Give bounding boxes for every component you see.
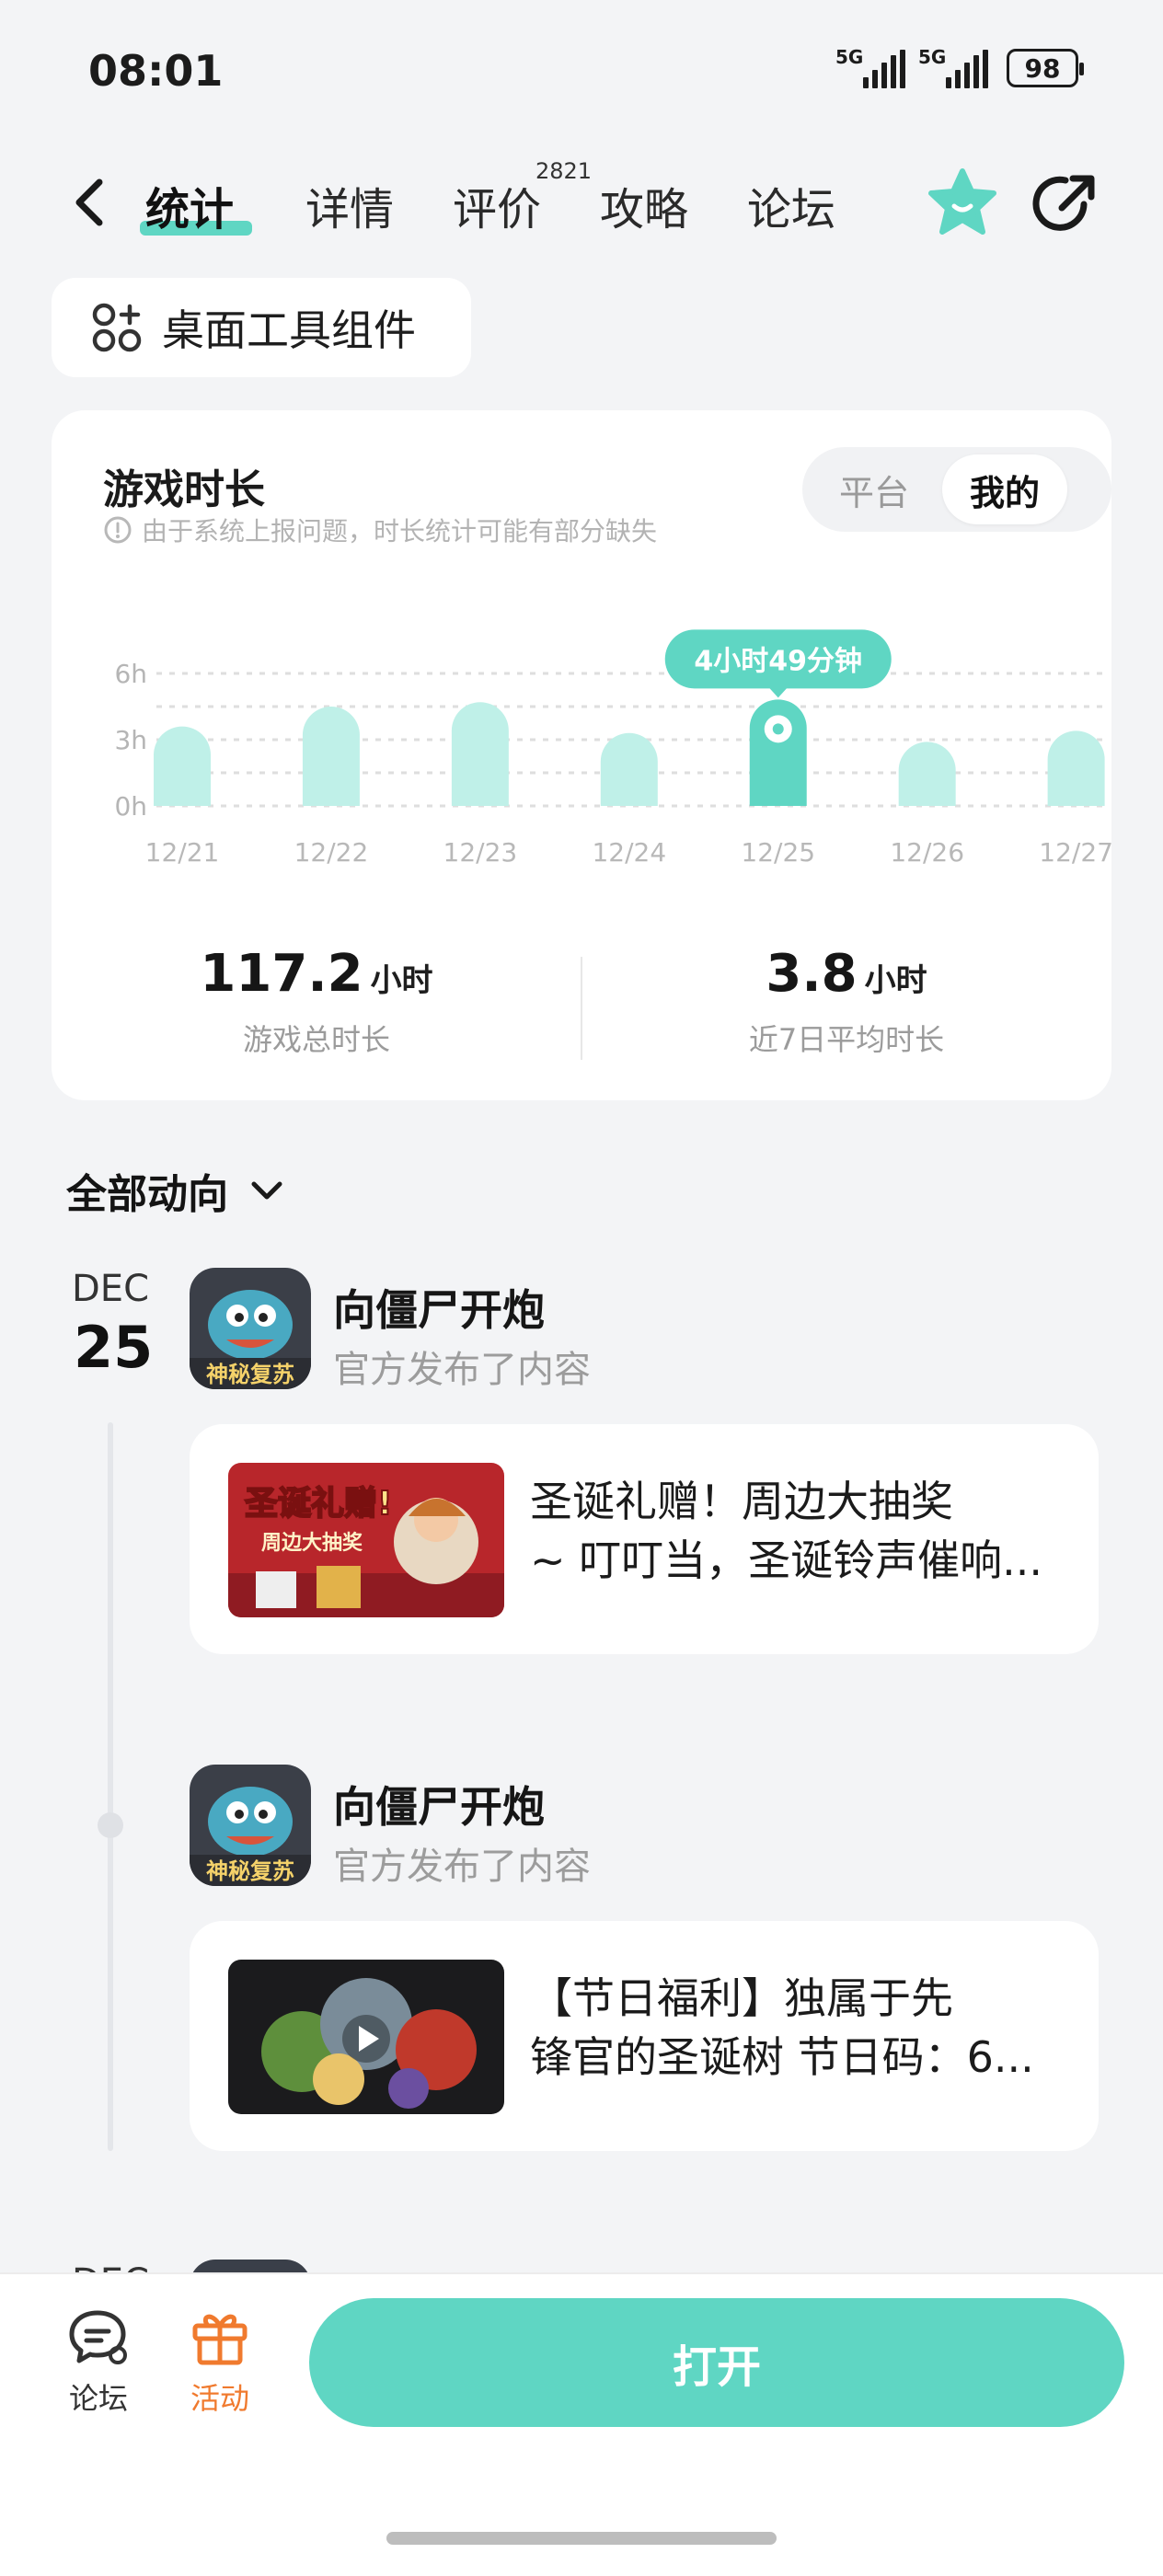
card-note-text: 由于系统上报问题，时长统计可能有部分缺失 bbox=[142, 516, 658, 546]
desktop-widget-button[interactable]: 桌面工具组件 bbox=[52, 278, 471, 377]
toggle-mine[interactable]: 我的 bbox=[942, 454, 1067, 524]
post-thumbnail: 圣诞礼赠! 周边大抽奖 bbox=[228, 1463, 504, 1617]
post-excerpt: 圣诞礼赠！周边大抽奖 ~ 叮叮当，圣诞铃声催响... bbox=[530, 1472, 1064, 1590]
x-tick-label: 12/27 bbox=[1039, 837, 1111, 868]
average-unit: 小时 bbox=[864, 962, 927, 999]
forum-button[interactable]: 论坛 bbox=[57, 2307, 140, 2418]
thumb-title: 圣诞礼赠! bbox=[245, 1485, 392, 1523]
activity-label: 活动 bbox=[190, 2381, 249, 2416]
bar bbox=[1047, 730, 1105, 806]
x-tick-label: 12/26 bbox=[890, 837, 964, 868]
average-label: 近7日平均时长 bbox=[748, 1022, 945, 1057]
timeline-line bbox=[108, 1422, 113, 2151]
x-tick-label: 12/25 bbox=[741, 837, 815, 868]
post-app-name[interactable]: 向僵尸开炮 bbox=[333, 1774, 545, 1834]
post-excerpt: 【节日福利】独属于先 锋官的圣诞树 节日码：6... bbox=[530, 1969, 1064, 2087]
timeline-dot bbox=[98, 1812, 123, 1838]
feed-date-month: DEC bbox=[72, 1268, 150, 1310]
bar bbox=[302, 707, 360, 806]
svg-text:神秘复苏: 神秘复苏 bbox=[206, 1362, 294, 1387]
bar bbox=[154, 726, 211, 806]
post-video-thumbnail bbox=[228, 1960, 504, 2114]
chevron-down-icon bbox=[251, 1181, 282, 1200]
x-tick-label: 12/24 bbox=[592, 837, 666, 868]
forum-label: 论坛 bbox=[68, 2381, 128, 2416]
post-excerpt-line1: 圣诞礼赠！周边大抽奖 bbox=[530, 1477, 953, 1526]
thumb-subtitle: 周边大抽奖 bbox=[261, 1531, 363, 1555]
post-excerpt-line2: ~ 叮叮当，圣诞铃声催响... bbox=[530, 1535, 1043, 1585]
total-label: 游戏总时长 bbox=[242, 1022, 390, 1057]
forum-icon bbox=[69, 2310, 127, 2364]
x-tick-label: 12/21 bbox=[145, 837, 220, 868]
feed-date-day: 25 bbox=[74, 1314, 154, 1381]
total-value: 117.2 bbox=[200, 944, 363, 1004]
bar bbox=[600, 732, 658, 806]
tooltip-label: 4小时49分钟 bbox=[694, 645, 862, 677]
bar bbox=[898, 742, 956, 806]
y-tick-label: 3h bbox=[114, 725, 147, 755]
average-value: 3.8 bbox=[766, 944, 858, 1004]
post-card[interactable]: 【节日福利】独属于先 锋官的圣诞树 节日码：6... bbox=[190, 1921, 1099, 2151]
post-app-name[interactable]: 向僵尸开炮 bbox=[333, 1277, 545, 1338]
tab-details[interactable]: 详情 bbox=[305, 173, 394, 237]
tab-forum[interactable]: 论坛 bbox=[747, 173, 835, 237]
tab-reviews[interactable]: 评价 bbox=[453, 173, 541, 237]
playtime-chart: 0h 3h 6h 12/21 12/22 12/23 12/24 12/25 4小时49分钟 12… bbox=[114, 629, 1111, 868]
feed-filter-label: 全部动向 bbox=[66, 1171, 228, 1218]
bar bbox=[451, 702, 509, 806]
share-icon[interactable] bbox=[1031, 169, 1100, 239]
tab-stats[interactable]: 统计 bbox=[145, 173, 234, 237]
battery-icon: 98 bbox=[1007, 49, 1084, 87]
home-indicator[interactable] bbox=[386, 2532, 777, 2545]
average-playtime: 3.8 小时 近7日平均时长 bbox=[582, 944, 1111, 1059]
activity-button[interactable]: 活动 bbox=[178, 2307, 261, 2418]
data-source-toggle[interactable]: 平台 我的 bbox=[802, 447, 1111, 532]
widget-button-label: 桌面工具组件 bbox=[162, 305, 416, 355]
highlight-marker-dot bbox=[772, 723, 784, 735]
app-icon[interactable]: 神秘复苏 bbox=[190, 1268, 311, 1389]
back-icon[interactable] bbox=[66, 175, 114, 230]
signal-icon: 5G bbox=[918, 46, 988, 88]
post-card[interactable]: 圣诞礼赠! 周边大抽奖 圣诞礼赠！周边大抽奖 ~ 叮叮当，圣诞铃声催响... bbox=[190, 1424, 1099, 1654]
x-tick-label: 12/23 bbox=[443, 837, 518, 868]
status-time: 08:01 bbox=[88, 46, 224, 96]
post-subtitle: 官方发布了内容 bbox=[333, 1349, 591, 1391]
post-subtitle: 官方发布了内容 bbox=[333, 1846, 591, 1888]
playtime-card: 游戏时长 由于系统上报问题，时长统计可能有部分缺失 平台 我的 0h 3h 6h 12… bbox=[52, 410, 1111, 1100]
card-title: 游戏时长 bbox=[103, 466, 265, 513]
svg-text:神秘复苏: 神秘复苏 bbox=[206, 1858, 294, 1884]
signal-icon: 5G bbox=[835, 46, 905, 88]
feed-filter-dropdown[interactable]: 全部动向 bbox=[66, 1161, 285, 1220]
status-icons: 5G 5G 98 bbox=[835, 46, 1084, 88]
gift-icon bbox=[192, 2314, 248, 2365]
review-count-badge: 2821 bbox=[535, 158, 593, 184]
y-tick-label: 0h bbox=[114, 791, 147, 822]
open-game-button[interactable]: 打开 bbox=[309, 2298, 1124, 2427]
widget-grid-icon bbox=[92, 303, 142, 352]
tab-guides[interactable]: 攻略 bbox=[600, 173, 688, 237]
total-unit: 小时 bbox=[370, 962, 433, 999]
total-playtime: 117.2 小时 游戏总时长 bbox=[52, 944, 582, 1059]
post-excerpt-line1: 【节日福利】独属于先 bbox=[530, 1973, 953, 2023]
post-excerpt-line2: 锋官的圣诞树 节日码：6... bbox=[530, 2032, 1034, 2082]
info-icon bbox=[104, 516, 132, 544]
toggle-platform[interactable]: 平台 bbox=[819, 454, 929, 524]
x-tick-label: 12/22 bbox=[294, 837, 369, 868]
tooltip-pointer bbox=[768, 687, 788, 698]
star-icon[interactable] bbox=[926, 166, 999, 239]
y-tick-label: 6h bbox=[114, 659, 147, 689]
card-note: 由于系统上报问题，时长统计可能有部分缺失 bbox=[103, 512, 657, 548]
app-icon[interactable]: 神秘复苏 bbox=[190, 1765, 311, 1886]
